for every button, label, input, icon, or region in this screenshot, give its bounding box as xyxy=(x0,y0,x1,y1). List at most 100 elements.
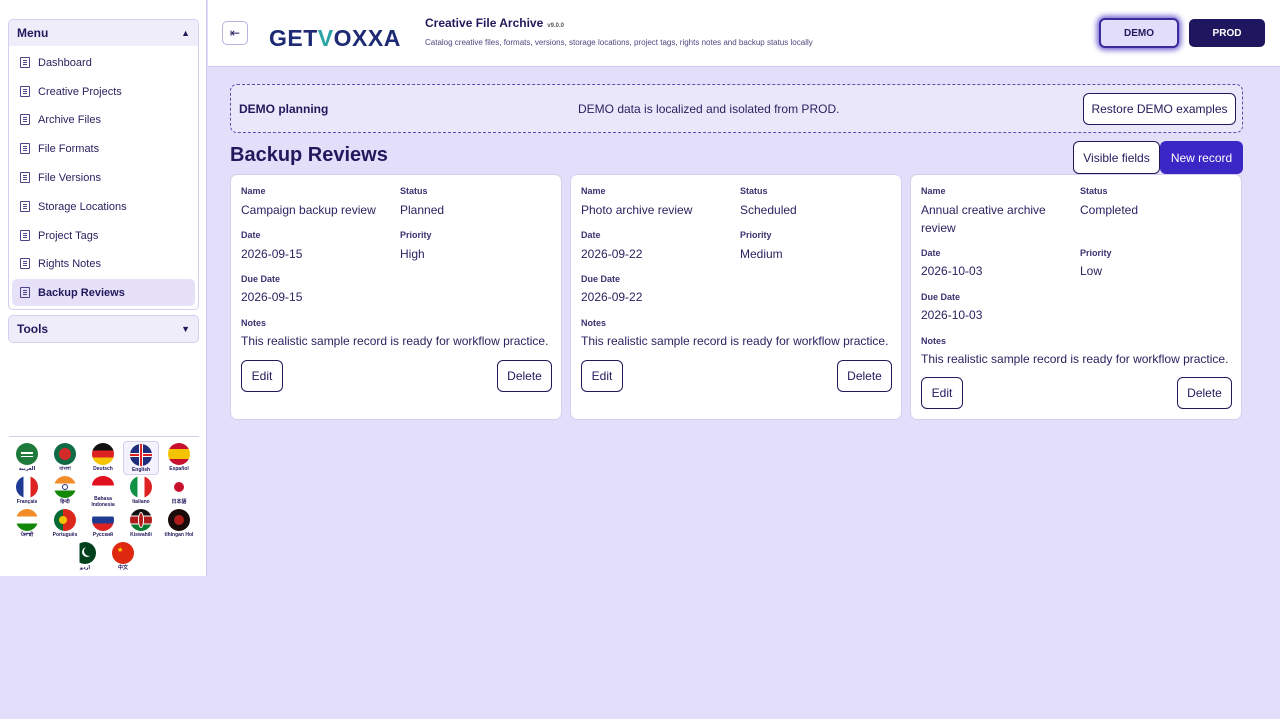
sidebar-item-creative-projects[interactable]: Creative Projects xyxy=(12,78,195,105)
env-demo-button[interactable]: DEMO xyxy=(1099,18,1179,48)
tools-panel-header[interactable]: Tools ▼ xyxy=(8,315,199,343)
italy-flag-icon xyxy=(130,476,152,498)
record-name: Photo archive review xyxy=(581,203,693,217)
sidebar-item-rights-notes[interactable]: Rights Notes xyxy=(12,250,195,277)
language-bengali[interactable]: বাংলা xyxy=(47,441,83,475)
record-card: Name Photo archive review Status Schedul… xyxy=(570,174,902,420)
language-urdu[interactable]: اردو xyxy=(67,540,103,574)
record-notes: This realistic sample record is ready fo… xyxy=(241,334,549,348)
klingon-flag-icon xyxy=(168,509,190,531)
kenya-flag-icon xyxy=(130,509,152,531)
document-icon xyxy=(20,86,30,97)
sidebar-item-archive-files[interactable]: Archive Files xyxy=(12,106,195,133)
sidebar: Menu ▲ Dashboard Creative Projects Archi… xyxy=(0,0,207,576)
visible-fields-button[interactable]: Visible fields xyxy=(1073,141,1160,174)
language-label: Français xyxy=(16,499,38,505)
language-indonesian[interactable]: Bahasa Indonesia xyxy=(85,474,121,508)
language-russian[interactable]: Русский xyxy=(85,507,121,541)
sidebar-item-dashboard[interactable]: Dashboard xyxy=(12,49,195,76)
menu-panel: Menu ▲ Dashboard Creative Projects Archi… xyxy=(8,19,199,310)
sidebar-item-label: Backup Reviews xyxy=(38,286,125,299)
france-flag-icon xyxy=(16,476,38,498)
field-label-date: Date xyxy=(581,230,601,240)
sidebar-item-file-versions[interactable]: File Versions xyxy=(12,164,195,191)
record-priority: Medium xyxy=(740,247,783,261)
language-portuguese[interactable]: Português xyxy=(47,507,83,541)
restore-demo-button[interactable]: Restore DEMO examples xyxy=(1083,93,1236,125)
language-label: 中文 xyxy=(117,565,128,571)
sidebar-item-backup-reviews[interactable]: Backup Reviews xyxy=(12,279,195,306)
language-klingon[interactable]: tlhIngan Hol xyxy=(161,507,197,541)
menu-header[interactable]: Menu ▲ xyxy=(9,20,198,46)
record-priority: Low xyxy=(1080,264,1103,278)
china-flag-icon: ★ xyxy=(112,542,134,564)
collapse-sidebar-button[interactable]: ⇤ xyxy=(222,21,248,45)
language-italian[interactable]: Italiano xyxy=(123,474,159,508)
field-label-due-date: Due Date xyxy=(241,274,281,284)
demo-banner: DEMO planning DEMO data is localized and… xyxy=(230,84,1243,133)
language-label: 日本語 xyxy=(171,499,187,505)
record-notes: This realistic sample record is ready fo… xyxy=(921,352,1229,366)
record-priority: High xyxy=(400,247,425,261)
language-chinese[interactable]: ★ 中文 xyxy=(105,540,141,574)
field-label-due-date: Due Date xyxy=(581,274,621,284)
collapse-menu-icon: ⇤ xyxy=(229,26,241,40)
sidebar-item-label: Creative Projects xyxy=(38,85,122,98)
sidebar-item-project-tags[interactable]: Project Tags xyxy=(12,222,195,249)
language-german[interactable]: Deutsch xyxy=(85,441,121,475)
delete-button[interactable]: Delete xyxy=(837,360,892,392)
record-name: Campaign backup review xyxy=(241,203,376,217)
bangladesh-flag-icon xyxy=(54,443,76,465)
record-due-date: 2026-09-22 xyxy=(581,290,643,304)
delete-button[interactable]: Delete xyxy=(497,360,552,392)
record-status: Planned xyxy=(400,203,445,217)
sidebar-item-label: File Formats xyxy=(38,142,100,155)
app-title: Creative File Archive v9.0.0 xyxy=(425,16,564,30)
language-french[interactable]: Français xyxy=(9,474,45,508)
record-date: 2026-10-03 xyxy=(921,264,983,278)
field-label-notes: Notes xyxy=(581,318,607,328)
edit-button[interactable]: Edit xyxy=(581,360,623,392)
sidebar-item-label: Dashboard xyxy=(38,56,92,69)
spain-flag-icon xyxy=(168,443,190,465)
new-record-button[interactable]: New record xyxy=(1160,141,1243,174)
language-punjabi[interactable]: ਪੰਜਾਬੀ xyxy=(9,507,45,541)
banner-message: DEMO data is localized and isolated from… xyxy=(578,102,840,116)
record-notes: This realistic sample record is ready fo… xyxy=(581,334,889,348)
record-card: Name Campaign backup review Status Plann… xyxy=(230,174,562,420)
germany-flag-icon xyxy=(92,443,114,465)
document-icon xyxy=(20,114,30,125)
sidebar-item-file-formats[interactable]: File Formats xyxy=(12,135,195,162)
field-label-status: Status xyxy=(1080,186,1108,196)
field-label-notes: Notes xyxy=(241,318,267,328)
field-label-name: Name xyxy=(241,186,266,196)
language-swahili[interactable]: Kiswahili xyxy=(123,507,159,541)
language-japanese[interactable]: 日本語 xyxy=(161,474,197,508)
delete-button[interactable]: Delete xyxy=(1177,377,1232,409)
language-label: Deutsch xyxy=(93,466,113,472)
record-status: Scheduled xyxy=(740,203,797,217)
language-picker: العربية বাংলা Deutsch English Español Fr… xyxy=(9,436,199,576)
document-icon xyxy=(20,258,30,269)
language-label: اردو xyxy=(79,565,91,571)
language-spanish[interactable]: Español xyxy=(161,441,197,475)
united-kingdom-flag-icon xyxy=(130,444,152,466)
saudi-arabia-flag-icon xyxy=(16,443,38,465)
menu-title: Menu xyxy=(17,26,49,40)
edit-button[interactable]: Edit xyxy=(921,377,963,409)
sidebar-item-label: File Versions xyxy=(38,171,101,184)
language-label: ਪੰਜਾਬੀ xyxy=(20,532,34,538)
edit-button[interactable]: Edit xyxy=(241,360,283,392)
app-version: v9.0.0 xyxy=(547,23,564,29)
language-label: Italiano xyxy=(132,499,150,505)
language-english[interactable]: English xyxy=(123,441,159,475)
language-label: Português xyxy=(52,532,78,538)
language-arabic[interactable]: العربية xyxy=(9,441,45,475)
env-prod-button[interactable]: PROD xyxy=(1189,19,1265,47)
sidebar-item-storage-locations[interactable]: Storage Locations xyxy=(12,193,195,220)
record-due-date: 2026-09-15 xyxy=(241,290,303,304)
page-title: Backup Reviews xyxy=(230,144,388,166)
document-icon xyxy=(20,201,30,212)
language-label: বাংলা xyxy=(59,466,71,472)
language-hindi[interactable]: हिन्दी xyxy=(47,474,83,508)
